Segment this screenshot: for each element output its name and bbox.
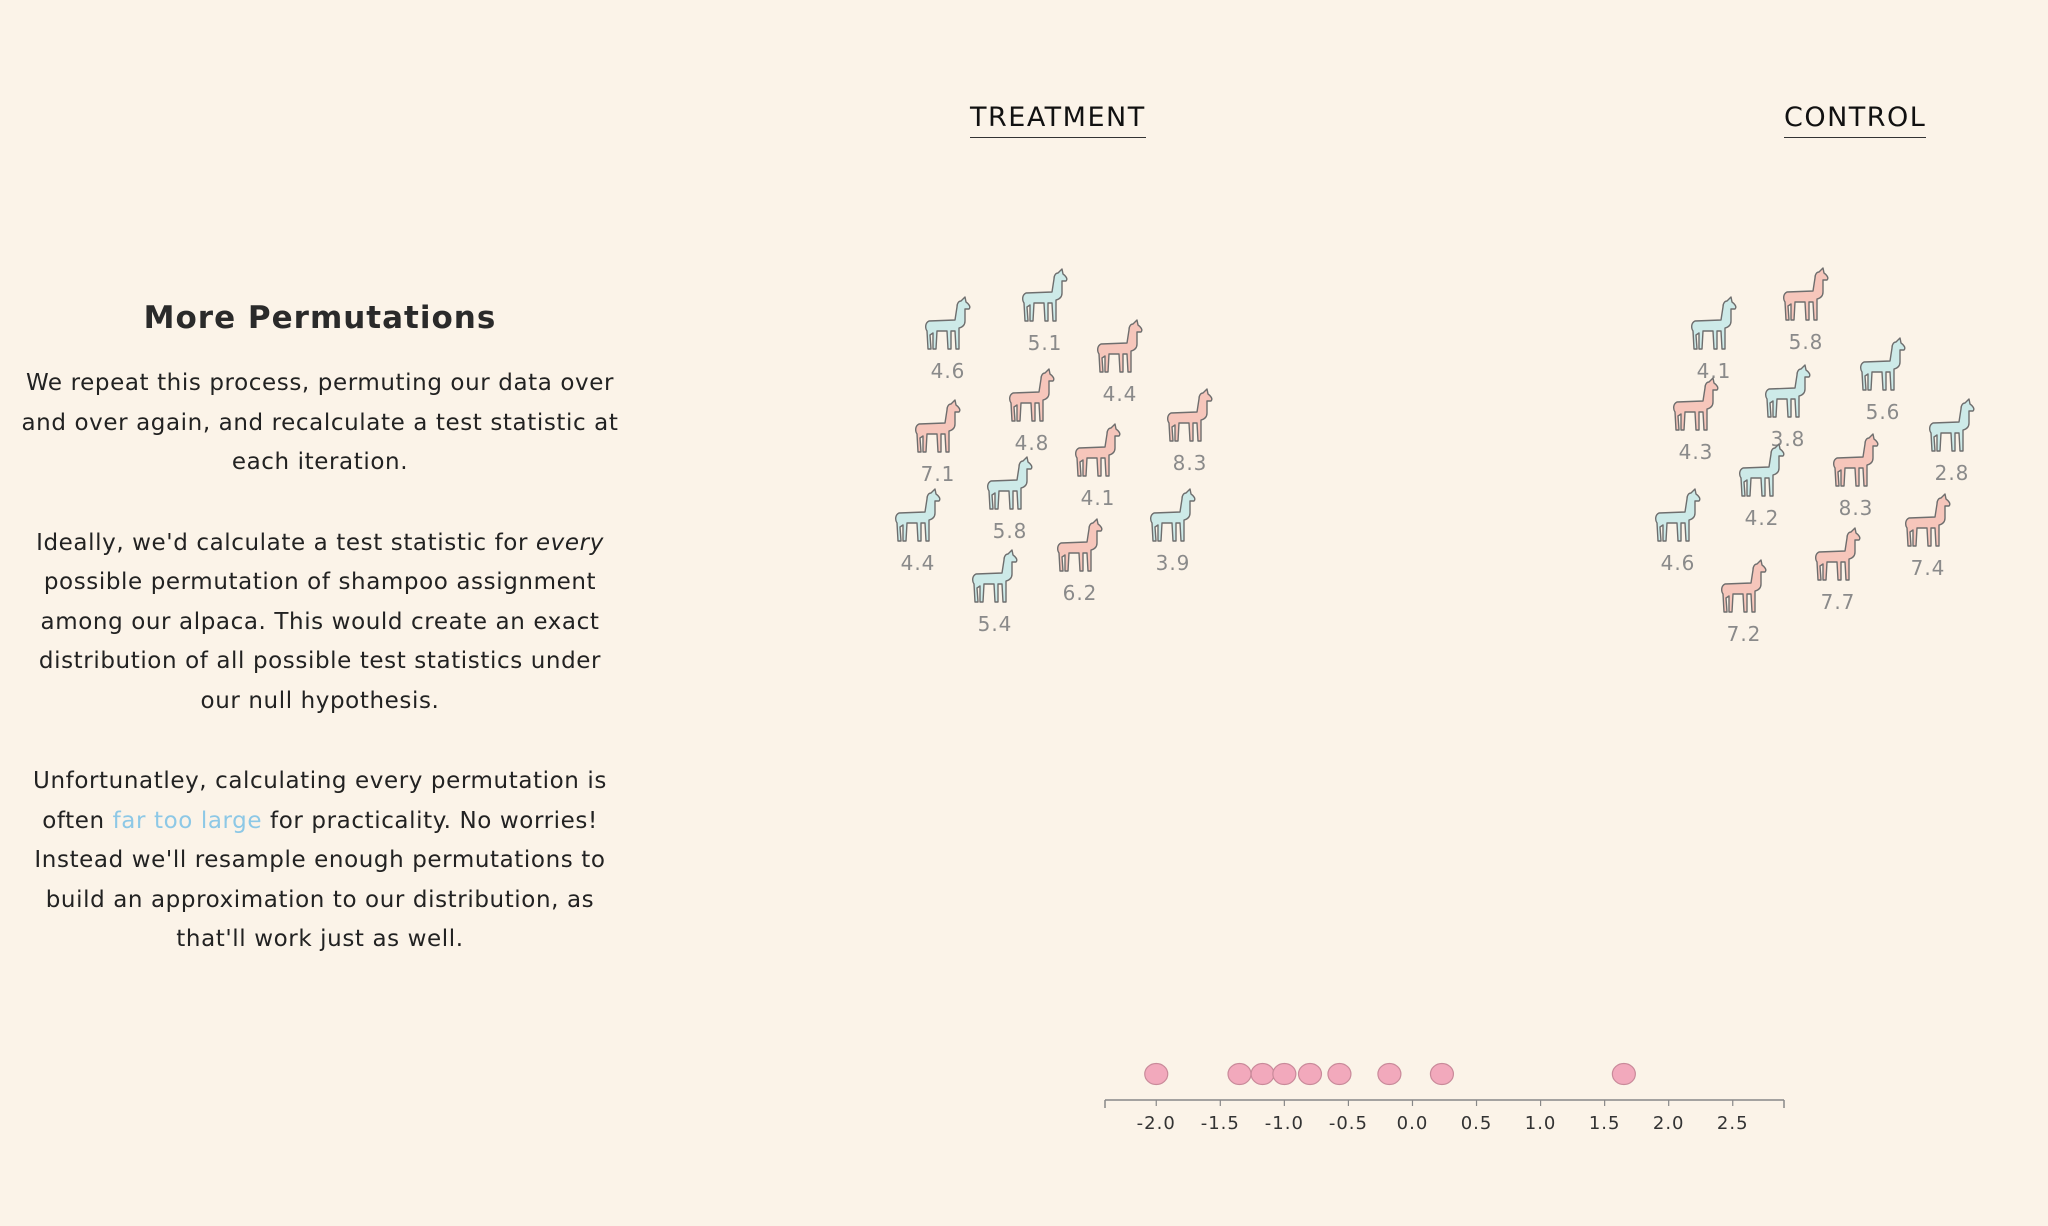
permutation-distribution-chart: -2.0 -1.5 -1.0 -0.5 0.0 0.5 1.0 1.5 2.0 2.5 (1104, 1062, 1785, 1134)
x-tick-label: -1.5 (1201, 1113, 1240, 1134)
x-tick-label: 2.0 (1653, 1113, 1685, 1134)
permutation-dot (1250, 1062, 1275, 1086)
x-tick-label: 0.5 (1461, 1113, 1493, 1134)
x-tick-label: -0.5 (1329, 1113, 1368, 1134)
permutation-dot (1297, 1062, 1323, 1086)
permutation-dot (1611, 1062, 1636, 1086)
x-tick-label: 2.5 (1717, 1113, 1749, 1134)
permutation-dot (1227, 1062, 1252, 1086)
x-tick-label: 1.5 (1589, 1113, 1621, 1134)
permutation-dot (1377, 1062, 1402, 1086)
x-tick-label: 0.0 (1397, 1113, 1429, 1134)
permutation-dot (1429, 1062, 1455, 1086)
permutation-dot (1144, 1062, 1169, 1086)
x-tick-label: 1.0 (1525, 1113, 1557, 1134)
permutation-dot (1272, 1062, 1297, 1086)
permutation-dot (1327, 1062, 1352, 1086)
x-tick-label: -2.0 (1137, 1113, 1176, 1134)
x-tick-label: -1.0 (1265, 1113, 1304, 1134)
